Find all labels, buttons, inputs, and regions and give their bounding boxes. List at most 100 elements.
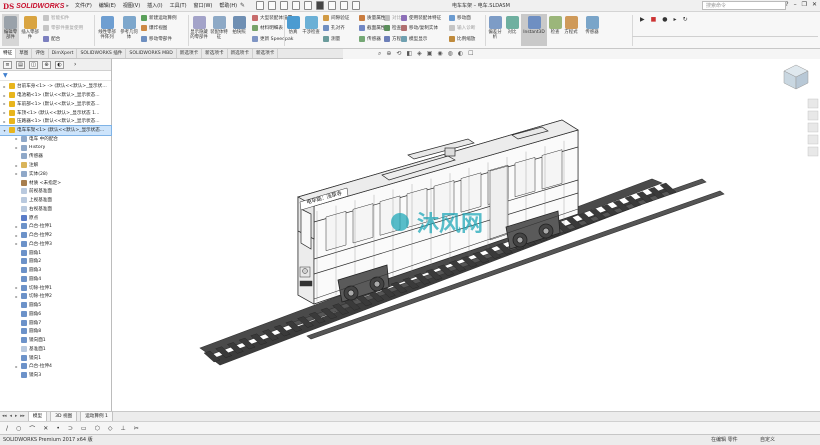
select-icon[interactable] xyxy=(316,1,324,10)
tree-expander-icon[interactable]: ▸ xyxy=(2,84,7,89)
tree-expander-icon[interactable]: ▸ xyxy=(2,119,7,124)
property-manager-tab-icon[interactable]: ▤ xyxy=(16,60,25,69)
tree-node[interactable]: 基准面1 xyxy=(0,345,111,354)
module-button[interactable]: 方程式 xyxy=(563,16,579,35)
save-icon[interactable] xyxy=(280,1,288,10)
tree-node[interactable]: 原点 xyxy=(0,213,111,222)
update-speedpak-button[interactable]: 更新 Speedpak xyxy=(252,36,293,42)
filter-icon[interactable]: ▼ xyxy=(3,72,8,79)
take-snapshot-button[interactable]: 拍快照 xyxy=(230,16,248,35)
show-hidden-button[interactable]: 显示隐藏的零部件 xyxy=(190,16,208,40)
tree-expander-icon[interactable]: ▸ xyxy=(14,136,19,141)
zoom-fit-icon[interactable]: ⌕ xyxy=(378,50,381,58)
section-props-button[interactable]: 截面属性 xyxy=(359,25,385,31)
point-tool-icon[interactable]: • xyxy=(56,425,60,432)
measure-button[interactable]: 测量 xyxy=(323,36,340,42)
zoom-area-icon[interactable]: ⊕ xyxy=(386,50,391,58)
tree-expander-icon[interactable]: ▸ xyxy=(14,364,19,369)
hide-show-icon[interactable]: ◉ xyxy=(437,50,442,58)
dimension-tool-icon[interactable]: ◇ xyxy=(108,425,113,432)
config-manager-tab-icon[interactable]: ◫ xyxy=(29,60,38,69)
task-pane-home-icon[interactable] xyxy=(807,98,819,109)
sketch-button[interactable]: 检查 xyxy=(548,16,562,35)
smart-fastener-button[interactable]: 智能扣件 xyxy=(43,15,69,21)
import-diag-button[interactable]: 输入诊断 xyxy=(449,25,475,31)
view-cond-button[interactable]: 模型显示 xyxy=(401,36,427,42)
tab-nav-last-icon[interactable]: ▸▸ xyxy=(20,414,25,419)
tree-node[interactable]: ▸ 压路器<1> (默认<<默认>_显示状态... xyxy=(0,117,111,126)
convert-button[interactable]: 传感器 xyxy=(582,16,602,35)
stop-icon[interactable]: ■ xyxy=(651,16,657,23)
search-input[interactable]: 搜索命令 xyxy=(702,1,786,10)
tree-node[interactable]: ▸ History xyxy=(0,143,111,152)
circle-tool-icon[interactable]: ○ xyxy=(16,425,21,432)
reference-button[interactable]: 偏差分析 xyxy=(487,16,503,40)
menu-tools[interactable]: 工具(T) xyxy=(170,2,187,9)
tree-node[interactable]: 右视基准面 xyxy=(0,205,111,214)
tree-node[interactable]: ▸ 凸台-拉伸4 xyxy=(0,362,111,371)
pin-icon[interactable]: ✎ xyxy=(240,2,245,9)
tree-expander-icon[interactable]: ▸ xyxy=(14,285,19,290)
undo-icon[interactable] xyxy=(304,1,312,10)
hole-alignment-button[interactable]: 孔对齐 xyxy=(323,25,345,31)
move-component-button[interactable]: 移动零部件 xyxy=(141,36,172,42)
help-icon[interactable]: ? xyxy=(785,1,788,8)
tree-node[interactable]: 圆角5 xyxy=(0,301,111,310)
command-tab[interactable]: DimXpert xyxy=(49,49,78,58)
close-icon[interactable]: ✕ xyxy=(812,1,817,8)
command-tab[interactable]: SOLIDWORKS MBD xyxy=(126,49,177,58)
graphics-area[interactable]: 电车路：浅草寺 沐风网 xyxy=(112,59,820,411)
view-orientation-icon[interactable]: ◈ xyxy=(417,50,422,58)
tree-expander-icon[interactable]: ▸ xyxy=(14,163,19,168)
tree-expander-icon[interactable]: ▸ xyxy=(14,241,19,246)
command-tab[interactable]: 特征 xyxy=(0,49,17,58)
instant3d-button[interactable]: Instant3D xyxy=(521,14,547,46)
command-tab[interactable]: SOLIDWORKS 插件 xyxy=(77,49,127,58)
tree-expander-icon[interactable]: ▸ xyxy=(14,233,19,238)
play-icon[interactable]: ▶ xyxy=(640,16,645,23)
display-manager-tab-icon[interactable]: ◐ xyxy=(55,60,64,69)
menu-file[interactable]: 文件(F) xyxy=(75,2,92,9)
file-props-icon[interactable] xyxy=(340,1,348,10)
previous-view-icon[interactable]: ⟲ xyxy=(396,50,401,58)
tree-node[interactable]: 圆角7 xyxy=(0,318,111,327)
command-tab[interactable]: 新选项卡 xyxy=(202,49,228,58)
tree-node[interactable]: 上视基准面 xyxy=(0,196,111,205)
tree-node[interactable]: 圆角1 xyxy=(0,248,111,257)
tab-nav-prev-icon[interactable]: ◂ xyxy=(10,414,12,419)
explode-view-button[interactable]: 爆炸视图 xyxy=(141,25,167,31)
tree-node[interactable]: ▸ 凸台-拉伸1 xyxy=(0,222,111,231)
tree-node[interactable]: ▸ 实体(28) xyxy=(0,170,111,179)
tree-expander-icon[interactable]: ▸ xyxy=(14,224,19,229)
trim-tool-icon[interactable]: ✂ xyxy=(134,425,139,432)
menu-insert[interactable]: 插入(I) xyxy=(147,2,162,9)
status-units[interactable]: 自定义 xyxy=(760,435,775,445)
open-icon[interactable] xyxy=(268,1,276,10)
menu-edit[interactable]: 编辑(E) xyxy=(99,2,116,9)
tree-expander-icon[interactable]: ▸ xyxy=(14,145,19,150)
tree-node[interactable]: ▸ 电车 中的配合 xyxy=(0,135,111,144)
tree-expander-icon[interactable]: ▾ xyxy=(2,128,7,133)
menu-window[interactable]: 窗口(W) xyxy=(194,2,213,9)
rebuild-icon[interactable] xyxy=(328,1,336,10)
tree-node[interactable]: ▸ 台前车身<1> -> (默认<<默认>_显示状态... xyxy=(0,82,111,91)
reference-geometry-button[interactable]: 参考几何体 xyxy=(119,16,139,40)
tree-node[interactable]: ▸ 注解 xyxy=(0,161,111,170)
tree-node[interactable]: ▾ 电车车架<1> (默认<<默认>_显示状态... xyxy=(0,124,112,136)
edit-component-button[interactable]: 编辑零部件 xyxy=(2,14,19,46)
feature-manager-tab-icon[interactable]: ≡ xyxy=(3,60,12,69)
menu-help[interactable]: 帮助(H) xyxy=(219,2,237,9)
solidworks-logo[interactable]: DS SOLIDWORKS ▸ xyxy=(3,1,69,11)
copy-entities-button[interactable]: 移动/复制实体 xyxy=(401,25,438,31)
tree-expander-icon[interactable]: ▸ xyxy=(14,171,19,176)
tree-node[interactable]: 圆角4 xyxy=(0,275,111,284)
tree-expander-icon[interactable]: ▸ xyxy=(2,110,7,115)
print-icon[interactable] xyxy=(292,1,300,10)
task-pane-appearance-icon[interactable] xyxy=(807,146,819,157)
command-tab[interactable]: 新选项卡 xyxy=(177,49,203,58)
tree-node[interactable]: 圆角8 xyxy=(0,327,111,336)
command-tab[interactable]: 新选项卡 xyxy=(253,49,279,58)
mass-props-button[interactable]: 质量属性 xyxy=(359,15,385,21)
tree-node[interactable]: 传感器 xyxy=(0,152,111,161)
check-button[interactable]: 检查 xyxy=(384,25,401,31)
